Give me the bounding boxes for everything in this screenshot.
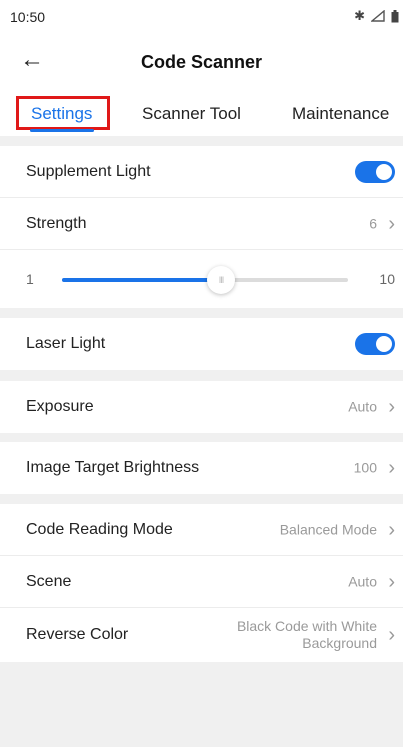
chevron-right-icon: ›	[388, 518, 395, 541]
strength-slider-track[interactable]	[62, 278, 348, 282]
reverse-color-value: Black Code with White Background	[237, 618, 377, 652]
supplement-light-row: Supplement Light	[0, 146, 403, 198]
image-target-brightness-value: 100	[353, 459, 377, 476]
page-title: Code Scanner	[140, 52, 263, 72]
reverse-color-label: Reverse Color	[26, 626, 129, 643]
code-reading-mode-row[interactable]: Code Reading Mode Balanced Mode ›	[0, 504, 403, 556]
code-reading-group: Code Reading Mode Balanced Mode › Scene …	[0, 504, 403, 662]
tab-maintenance[interactable]: Maintenance	[292, 104, 389, 124]
image-target-brightness-label: Image Target Brightness	[26, 459, 200, 476]
reverse-color-value-line2: Background	[302, 635, 377, 651]
slider-min-label: 1	[26, 271, 34, 287]
status-time: 10:50	[10, 9, 46, 25]
strength-value: 6	[369, 215, 377, 231]
scene-label: Scene	[26, 572, 72, 590]
strength-slider-fill	[62, 278, 221, 282]
tab-bar: Settings Scanner Tool Maintenance	[0, 90, 403, 136]
strength-slider-thumb[interactable]: III	[207, 266, 235, 294]
tab-settings[interactable]: Settings	[31, 104, 92, 124]
app-header: ← Code Scanner	[0, 34, 403, 90]
exposure-row[interactable]: Exposure Auto ›	[0, 381, 403, 433]
exposure-label: Exposure	[26, 398, 94, 415]
signal-icon	[371, 10, 385, 22]
status-icons: ✱	[354, 8, 399, 24]
laser-light-label: Laser Light	[26, 335, 106, 352]
scene-value: Auto	[348, 573, 377, 589]
reverse-color-row[interactable]: Reverse Color Black Code with White Back…	[0, 608, 403, 662]
bluetooth-icon: ✱	[354, 8, 365, 23]
chevron-right-icon: ›	[388, 624, 395, 646]
exposure-group: Exposure Auto ›	[0, 381, 403, 433]
brightness-group: Image Target Brightness 100 ›	[0, 442, 403, 494]
slider-max-label: 10	[379, 271, 395, 287]
strength-label: Strength	[26, 214, 87, 232]
strength-row[interactable]: Strength 6 ›	[0, 198, 403, 250]
code-reading-mode-label: Code Reading Mode	[26, 520, 173, 538]
chevron-right-icon: ›	[388, 212, 395, 235]
laser-light-group: Laser Light	[0, 318, 403, 370]
battery-icon	[391, 9, 399, 22]
tab-scanner-tool[interactable]: Scanner Tool	[142, 104, 241, 124]
exposure-value: Auto	[348, 398, 377, 415]
scene-row[interactable]: Scene Auto ›	[0, 556, 403, 608]
status-bar: 10:50 ✱	[0, 0, 403, 34]
reverse-color-value-line1: Black Code with White	[236, 618, 377, 634]
tab-active-indicator	[30, 129, 94, 132]
supplement-light-label: Supplement Light	[26, 162, 151, 180]
laser-light-row: Laser Light	[0, 318, 403, 370]
chevron-right-icon: ›	[388, 570, 395, 593]
toggle-knob	[376, 163, 392, 180]
code-reading-mode-value: Balanced Mode	[279, 521, 377, 537]
supplement-light-toggle[interactable]	[355, 160, 395, 183]
strength-slider-row: 1 III 10	[0, 250, 403, 308]
laser-light-toggle[interactable]	[355, 333, 395, 355]
supplement-light-group: Supplement Light Strength 6 › 1 III 10	[0, 146, 403, 308]
chevron-right-icon: ›	[388, 396, 395, 418]
chevron-right-icon: ›	[388, 457, 395, 479]
image-target-brightness-row[interactable]: Image Target Brightness 100 ›	[0, 442, 403, 494]
toggle-knob	[376, 336, 392, 352]
